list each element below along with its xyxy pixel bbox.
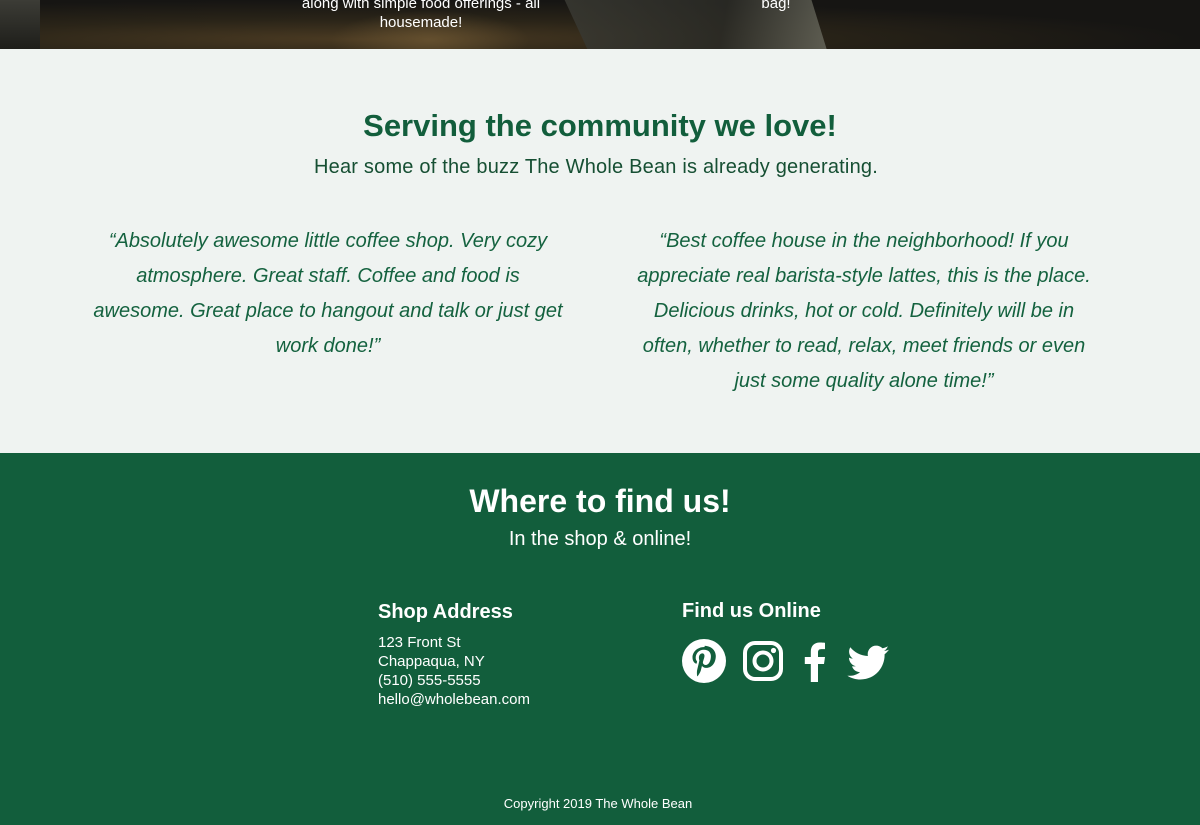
testimonial-quote: “Absolutely awesome little coffee shop. … <box>93 230 563 357</box>
find-us-subtitle: In the shop & online! <box>508 528 692 550</box>
facebook-icon[interactable] <box>792 638 838 684</box>
address-city: Chappaqua, NY <box>378 653 485 670</box>
pinterest-icon[interactable] <box>681 638 727 684</box>
hero-image-strip: along with simple food offerings - all h… <box>0 0 1200 49</box>
address-phone[interactable]: (510) 555-5555 <box>378 672 481 689</box>
address-email[interactable]: hello@wholebean.com <box>378 691 530 708</box>
hero-caption-right: bag! <box>761 0 791 12</box>
find-us-title: Where to find us! <box>469 483 731 519</box>
hero-caption-left: along with simple food offerings - all h… <box>301 0 541 31</box>
address-street: 123 Front St <box>378 634 461 651</box>
shop-address-heading: Shop Address <box>378 601 513 623</box>
twitter-icon[interactable] <box>845 638 891 684</box>
testimonials-subtitle: Hear some of the buzz The Whole Bean is … <box>314 156 878 178</box>
copyright-text: Copyright 2019 The Whole Bean <box>503 796 693 811</box>
testimonials-title: Serving the community we love! <box>363 108 837 143</box>
testimonial-quote: “Best coffee house in the neighborhood! … <box>637 230 1091 392</box>
instagram-icon[interactable] <box>740 638 786 684</box>
find-us-online-heading: Find us Online <box>682 600 821 622</box>
